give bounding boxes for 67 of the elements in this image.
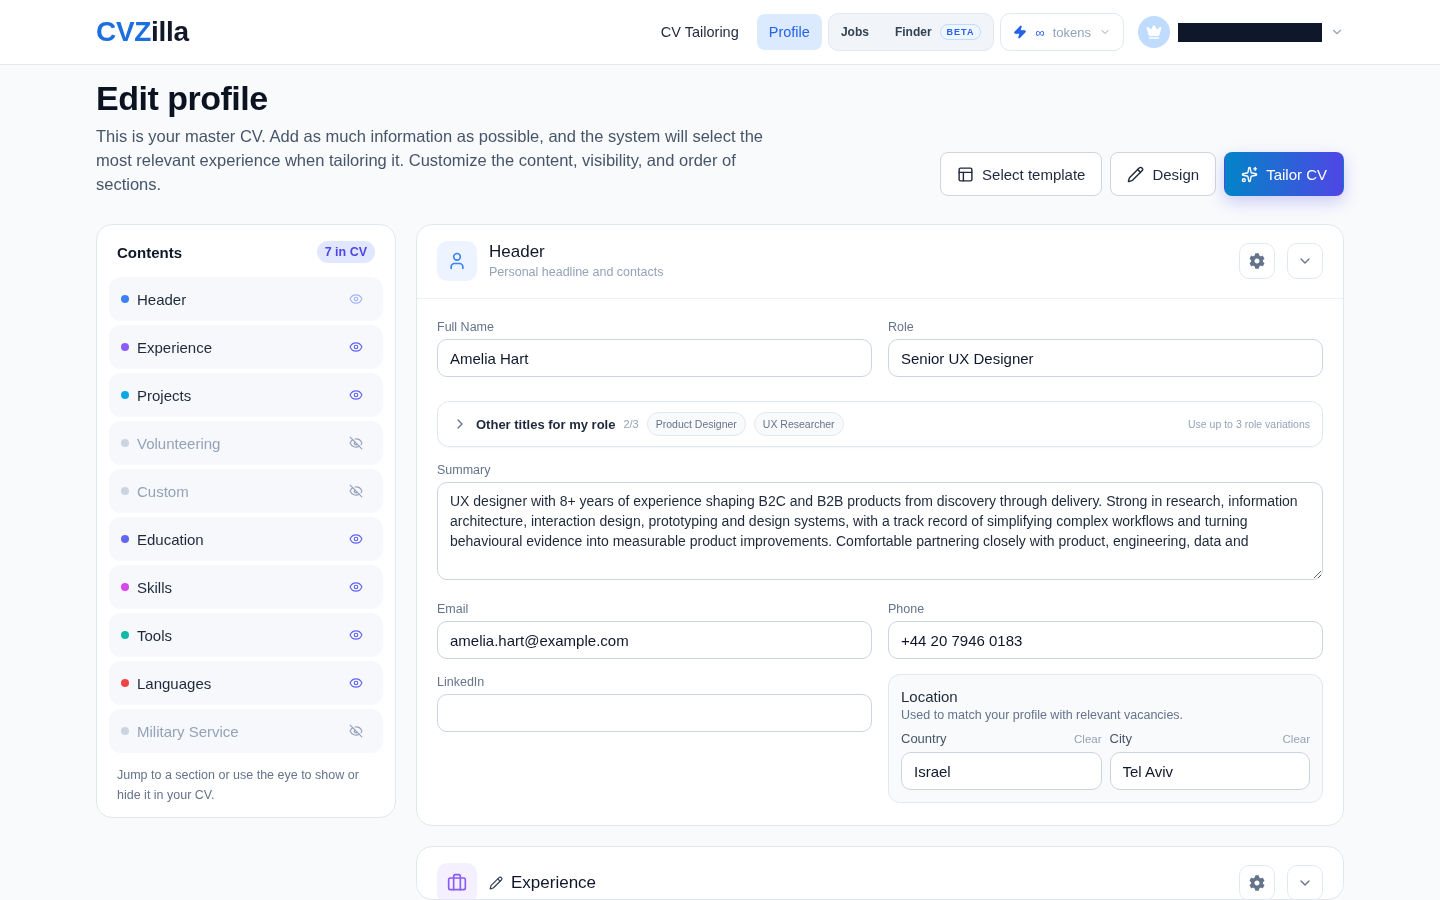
section-subtitle: Personal headline and contacts [489, 264, 664, 281]
eye-icon[interactable] [349, 532, 363, 546]
summary-field[interactable]: UX designer with 8+ years of experience shaping B2C and B2B products from discovery through delivery. Strong in research, information architecture, interaction design, prototyping and design systems, with a track record of simplifying complex workflows and turning behavioural evidence into measurable product improvements. Comfortable partnering closely with product, engineering, data and [437, 482, 1323, 580]
email-field[interactable]: amelia.hart@example.com [437, 621, 872, 659]
field-label: Full Name [437, 319, 494, 335]
field-label: Country [901, 731, 947, 747]
field-label: Email [437, 601, 469, 617]
design-button[interactable]: Design [1110, 152, 1217, 196]
field-label: Role [888, 319, 914, 335]
section-title: Header [489, 241, 545, 263]
contents-hint: Jump to a section or use the eye to show or hide it in your CV. [116, 767, 360, 804]
contents-item[interactable]: Education [109, 517, 383, 561]
role-tag: Product Designer [646, 412, 746, 436]
lightning-icon [1013, 25, 1028, 39]
titles-hint: Use up to 3 role variations [1188, 418, 1310, 430]
other-titles-label: Other titles for my role [476, 416, 616, 432]
settings-icon [1249, 253, 1265, 269]
eye-icon[interactable] [349, 628, 363, 642]
contents-title: Contents [117, 243, 182, 261]
count-badge: 7 in CV [316, 241, 375, 263]
eye-icon[interactable] [349, 388, 363, 402]
page-description: This is your master CV. Add as much information as possible, and the system will select the most relevant experience when tailoring it. Customize the content, visibility, and order of sections. [96, 126, 765, 195]
jobs-finder-button[interactable]: Jobs Finder BETA [827, 13, 995, 51]
eye-off-icon[interactable] [349, 724, 363, 738]
eye-icon[interactable] [349, 580, 363, 594]
titles-count: 2/3 [623, 418, 639, 430]
contents-item[interactable]: Tools [109, 613, 383, 657]
role-tag: UX Researcher [753, 412, 844, 436]
location-title: Location [901, 687, 959, 707]
nav-link[interactable]: CV Tailoring [648, 14, 751, 50]
contents-item[interactable]: Languages [109, 661, 383, 705]
linkedin-field[interactable] [437, 694, 872, 732]
settings-button[interactable] [1239, 865, 1275, 899]
settings-button[interactable] [1239, 243, 1275, 279]
eye-icon[interactable] [349, 340, 363, 354]
eye-off-icon[interactable] [349, 484, 363, 498]
section-title: Experience [511, 872, 597, 894]
field-label: Summary [437, 462, 491, 478]
select-template-button[interactable]: Select template [940, 152, 1103, 196]
contents-item[interactable]: Skills [109, 565, 383, 609]
contents-item[interactable]: Experience [109, 325, 383, 369]
pencil-icon [1127, 165, 1145, 183]
sparkles-icon [1241, 165, 1259, 183]
full-name-field[interactable]: Amelia Hart [437, 339, 872, 377]
layout-icon [957, 165, 975, 183]
field-label: Phone [888, 601, 925, 617]
phone-field[interactable]: +44 20 7946 0183 [888, 621, 1323, 659]
beta-badge: BETA [939, 24, 982, 40]
eye-icon[interactable] [349, 676, 363, 690]
tokens-button[interactable]: ∞ tokens [1000, 13, 1124, 51]
logo[interactable]: CVZilla [96, 18, 189, 46]
nav-link[interactable]: Profile [756, 14, 822, 50]
contents-item[interactable]: Projects [109, 373, 383, 417]
city-field[interactable]: Tel Aviv [1109, 752, 1310, 790]
country-field[interactable]: Israel [901, 752, 1102, 790]
pencil-icon[interactable] [489, 876, 503, 890]
person-icon [437, 241, 477, 281]
tailor-cv-button[interactable]: Tailor CV [1224, 152, 1344, 196]
location-subtitle: Used to match your profile with relevant vacancies. [901, 707, 1185, 723]
contents-item[interactable]: Header [109, 277, 383, 321]
briefcase-icon [437, 863, 477, 899]
field-label: LinkedIn [437, 674, 485, 690]
eye-off-icon[interactable] [349, 436, 363, 450]
role-field[interactable]: Senior UX Designer [888, 339, 1323, 377]
settings-icon [1249, 875, 1265, 891]
page-title: Edit profile [96, 78, 269, 118]
field-label: City [1109, 731, 1132, 747]
